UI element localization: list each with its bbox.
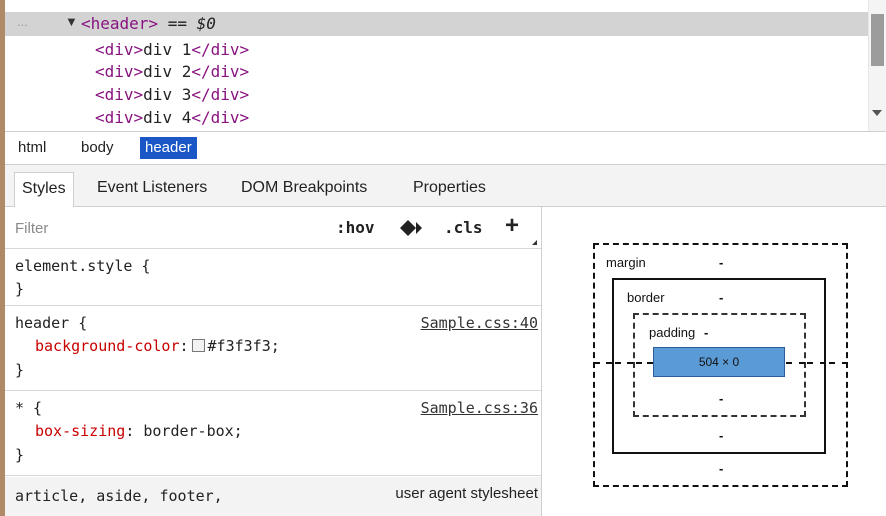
rule-close-brace: } bbox=[15, 361, 25, 379]
paint-icon[interactable] bbox=[399, 219, 429, 237]
rule-selector[interactable]: element.style { bbox=[15, 255, 150, 277]
padding-bottom-value[interactable]: - bbox=[719, 391, 723, 406]
filter-toolbar: :hov .cls + bbox=[5, 207, 541, 249]
rule-close-brace: } bbox=[15, 446, 25, 464]
margin-bottom-value[interactable]: - bbox=[719, 461, 723, 476]
css-property-value[interactable]: border-box; bbox=[143, 422, 242, 440]
style-rule-element: element.style { } bbox=[5, 250, 541, 306]
scroll-down-arrow-icon[interactable] bbox=[872, 110, 882, 116]
css-property-name[interactable]: box-sizing bbox=[35, 422, 125, 440]
scroll-thumb[interactable] bbox=[871, 14, 884, 66]
rule-source-link[interactable]: Sample.css:36 bbox=[421, 397, 538, 419]
rule-declaration[interactable]: background-color: #f3f3f3; bbox=[35, 335, 280, 357]
margin-top-value[interactable]: - bbox=[719, 255, 723, 270]
padding-left-leader bbox=[636, 362, 653, 364]
dom-tree-pane: ... ▼ <header> == $0 <div>div 1</div> <d… bbox=[5, 0, 886, 131]
tab-event-listeners[interactable]: Event Listeners bbox=[90, 172, 214, 206]
border-label: border bbox=[627, 290, 665, 305]
dom-tag: <header> bbox=[81, 14, 159, 33]
rule-declaration[interactable]: box-sizing: border-box; bbox=[35, 420, 243, 442]
rule-selector[interactable]: header { bbox=[15, 312, 87, 334]
dom-close-tag: </div> bbox=[191, 62, 250, 81]
filter-input[interactable] bbox=[15, 220, 195, 237]
breadcrumb-item-html[interactable]: html bbox=[13, 137, 51, 159]
border-left-leader bbox=[615, 362, 633, 364]
dom-node-header[interactable]: <header> == $0 bbox=[81, 13, 216, 35]
dom-text: div 3 bbox=[143, 85, 192, 104]
dom-ref: $0 bbox=[196, 14, 216, 33]
rule-selector[interactable]: * { bbox=[15, 397, 42, 419]
style-rule-header: header { Sample.css:40 background-color:… bbox=[5, 307, 541, 391]
cls-toggle-button[interactable]: .cls bbox=[444, 218, 483, 237]
dom-close-tag: </div> bbox=[191, 85, 250, 104]
border-right-leader bbox=[807, 362, 826, 364]
expand-arrow-icon[interactable]: ▼ bbox=[65, 14, 78, 29]
dom-open-tag: <div> bbox=[95, 108, 144, 127]
dom-node-div[interactable]: <div>div 1</div> bbox=[95, 39, 249, 61]
dom-marker: == bbox=[167, 14, 187, 33]
css-property-value[interactable]: #f3f3f3; bbox=[208, 337, 280, 355]
style-rule-user-agent: article, aside, footer, user agent style… bbox=[5, 477, 541, 516]
breadcrumb-item-body[interactable]: body bbox=[76, 137, 119, 159]
color-swatch-icon[interactable] bbox=[191, 339, 205, 352]
rule-source-label: user agent stylesheet bbox=[395, 485, 538, 502]
dom-scrollbar[interactable] bbox=[868, 0, 886, 131]
dom-node-div[interactable]: <div>div 2</div> bbox=[95, 61, 249, 83]
tab-bar: Styles Event Listeners DOM Breakpoints P… bbox=[5, 165, 886, 207]
box-model-content[interactable]: 504 × 0 bbox=[653, 347, 785, 377]
dom-close-tag: </div> bbox=[191, 40, 250, 59]
dom-open-tag: <div> bbox=[95, 62, 144, 81]
padding-label: padding bbox=[649, 325, 696, 340]
style-rule-universal: * { Sample.css:36 box-sizing: border-box… bbox=[5, 392, 541, 476]
dom-text: div 4 bbox=[143, 108, 192, 127]
dom-node-div[interactable]: <div>div 3</div> bbox=[95, 84, 249, 106]
margin-right-leader bbox=[829, 362, 848, 364]
dom-node-div[interactable]: <div>div 4</div> bbox=[95, 107, 249, 129]
add-rule-button[interactable]: + bbox=[505, 212, 519, 240]
rule-source-link[interactable]: Sample.css:40 bbox=[421, 312, 538, 334]
margin-left-leader bbox=[594, 362, 612, 364]
rule-selector[interactable]: article, aside, footer, bbox=[15, 485, 223, 507]
tab-styles[interactable]: Styles bbox=[14, 172, 74, 207]
dom-ellipsis-icon[interactable]: ... bbox=[17, 14, 28, 29]
dom-open-tag: <div> bbox=[95, 40, 144, 59]
css-property-name[interactable]: background-color bbox=[35, 337, 180, 355]
dom-text: div 1 bbox=[143, 40, 192, 59]
tab-dom-breakpoints[interactable]: DOM Breakpoints bbox=[234, 172, 374, 206]
dom-close-tag: </div> bbox=[191, 108, 250, 127]
dom-open-tag: <div> bbox=[95, 85, 144, 104]
border-top-value[interactable]: - bbox=[719, 290, 723, 305]
add-rule-menu-icon[interactable] bbox=[532, 240, 537, 245]
rule-close-brace: } bbox=[15, 280, 25, 298]
box-model-pane: margin - - border - - padding - - 504 × … bbox=[543, 207, 886, 516]
styles-pane: :hov .cls + element.style { } header { S… bbox=[5, 207, 542, 516]
breadcrumb: html body header bbox=[5, 131, 886, 165]
border-bottom-value[interactable]: - bbox=[719, 428, 723, 443]
padding-top-value[interactable]: - bbox=[704, 325, 708, 340]
hov-toggle-button[interactable]: :hov bbox=[336, 218, 375, 237]
dom-text: div 2 bbox=[143, 62, 192, 81]
tab-properties[interactable]: Properties bbox=[406, 172, 493, 206]
breadcrumb-item-header[interactable]: header bbox=[140, 137, 197, 159]
margin-label: margin bbox=[606, 255, 646, 270]
padding-right-leader bbox=[786, 362, 805, 364]
